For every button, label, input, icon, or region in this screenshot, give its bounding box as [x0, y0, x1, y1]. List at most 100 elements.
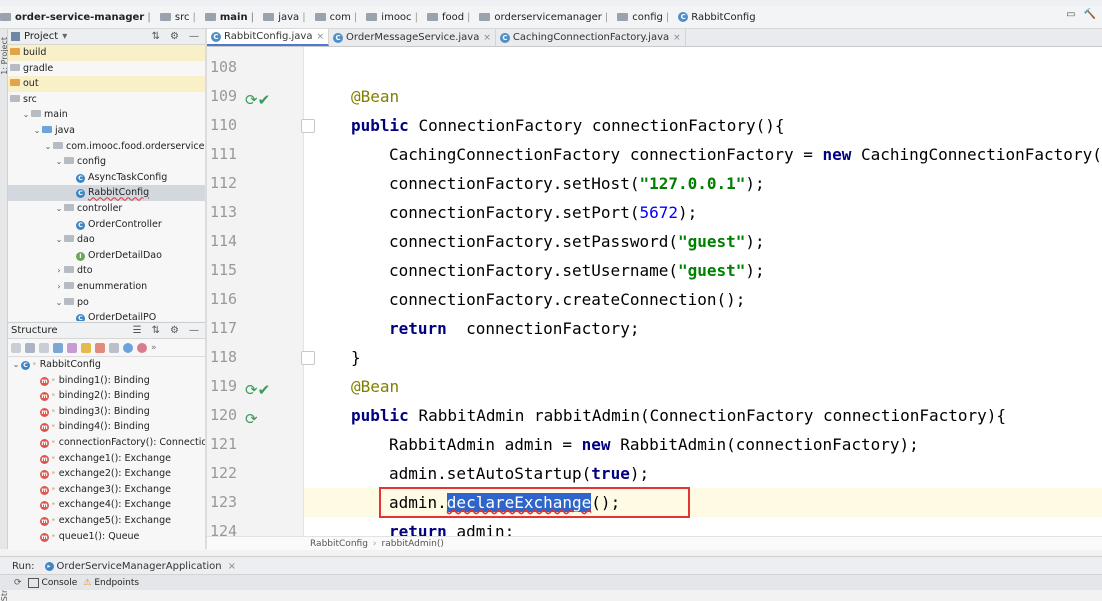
- endpoints-tab[interactable]: ⚠ Endpoints: [83, 578, 139, 588]
- project-tree-item[interactable]: C AsyncTaskConfig: [8, 170, 205, 186]
- project-tree-item[interactable]: gradle: [8, 61, 205, 77]
- project-tree-item[interactable]: ⌄ controller: [8, 201, 205, 217]
- breadcrumb-item[interactable]: java |: [263, 12, 310, 23]
- breadcrumb-item[interactable]: orderservicemanager |: [479, 12, 613, 23]
- show-fields-icon[interactable]: [67, 342, 77, 353]
- structure-member[interactable]: m ᵃ exchange3(): Exchange: [8, 482, 205, 498]
- code-line[interactable]: 120 public RabbitAdmin rabbitAdmin(Connec…: [207, 401, 1102, 430]
- run-tab[interactable]: ▸ OrderServiceManagerApplication ×: [44, 561, 236, 572]
- breadcrumb-item[interactable]: imooc |: [366, 12, 423, 23]
- editor-tab[interactable]: C CachingConnectionFactory.java ×: [496, 29, 686, 46]
- expand-arrow-icon[interactable]: ⌄: [43, 139, 53, 155]
- close-icon[interactable]: ×: [673, 33, 681, 43]
- expand-arrow-icon[interactable]: ⌄: [11, 357, 21, 373]
- code-line[interactable]: 119 @Bean ⟳✔: [207, 372, 1102, 401]
- code-line[interactable]: 109 @Bean ⟳✔: [207, 82, 1102, 111]
- code-line[interactable]: 121 RabbitAdmin admin = new RabbitAdmin(c…: [207, 430, 1102, 459]
- code-line[interactable]: 122 admin.setAutoStartup(true);: [207, 459, 1102, 488]
- code-line[interactable]: 118}: [207, 343, 1102, 372]
- fold-marker-icon[interactable]: [301, 119, 315, 133]
- gear-icon[interactable]: ⚙: [170, 31, 179, 42]
- project-tree-item[interactable]: ⌄ com.imooc.food.orderservicemana: [8, 139, 205, 155]
- editor-breadcrumb-item[interactable]: RabbitConfig: [310, 539, 368, 549]
- expand-arrow-icon[interactable]: ⌄: [21, 107, 31, 123]
- project-tree-item[interactable]: › dto: [8, 263, 205, 279]
- breadcrumb-item[interactable]: com |: [314, 12, 363, 23]
- project-tree-item[interactable]: src: [8, 92, 205, 108]
- project-tree-item[interactable]: › enummeration: [8, 279, 205, 295]
- gear-icon[interactable]: ⚙: [170, 325, 179, 336]
- code-line[interactable]: 115 connectionFactory.setUsername("guest"…: [207, 256, 1102, 285]
- project-tree-item[interactable]: C OrderDetailPO: [8, 310, 205, 321]
- minimize-icon[interactable]: —: [189, 325, 199, 336]
- code-line[interactable]: 112 connectionFactory.setHost("127.0.0.1"…: [207, 169, 1102, 198]
- project-tree-item[interactable]: I OrderDetailDao: [8, 248, 205, 264]
- minimize-icon[interactable]: —: [189, 31, 199, 42]
- expand-arrow-icon[interactable]: ⌄: [54, 295, 64, 311]
- structure-member[interactable]: m ᵃ exchange1(): Exchange: [8, 451, 205, 467]
- console-tab[interactable]: Console: [27, 577, 77, 588]
- fold-marker-icon[interactable]: [301, 351, 315, 365]
- dropdown-icon[interactable]: ▾: [62, 31, 67, 42]
- editor-tab[interactable]: C OrderMessageService.java ×: [329, 29, 496, 46]
- project-tree-item[interactable]: C RabbitConfig: [8, 185, 205, 201]
- close-icon[interactable]: ×: [316, 32, 324, 42]
- structure-member[interactable]: m ᵃ connectionFactory(): ConnectionF: [8, 435, 205, 451]
- code-line[interactable]: 116 connectionFactory.createConnection();: [207, 285, 1102, 314]
- expand-all-icon[interactable]: ☰: [133, 325, 142, 336]
- breadcrumb-item[interactable]: order-service-manager |: [0, 12, 156, 23]
- structure-member[interactable]: m ᵃ queue1(): Queue: [8, 529, 205, 545]
- hammer-icon[interactable]: 🔨: [1084, 9, 1096, 20]
- structure-member[interactable]: m ᵃ exchange2(): Exchange: [8, 466, 205, 482]
- close-icon[interactable]: ×: [228, 561, 236, 572]
- editor-tab[interactable]: C RabbitConfig.java ×: [207, 29, 330, 46]
- project-tree-item[interactable]: ⌄ main: [8, 107, 205, 123]
- structure-member[interactable]: m ᵃ binding2(): Binding: [8, 388, 205, 404]
- lambda-icon[interactable]: [137, 342, 147, 353]
- code-editor[interactable]: 108 109 @Bean ⟳✔ 110 public ConnectionFactory…: [207, 47, 1102, 536]
- expand-arrow-icon[interactable]: ⌄: [54, 154, 64, 170]
- code-line[interactable]: 111 CachingConnectionFactory connectionFa…: [207, 140, 1102, 169]
- code-line[interactable]: 114 connectionFactory.setPassword("guest"…: [207, 227, 1102, 256]
- breadcrumb-item[interactable]: config |: [617, 12, 674, 23]
- expand-arrow-icon[interactable]: ›: [54, 279, 64, 295]
- show-inherited-icon[interactable]: [39, 342, 49, 353]
- structure-member[interactable]: m ᵃ binding1(): Binding: [8, 373, 205, 389]
- code-line[interactable]: 110 public ConnectionFactory connectionFa…: [207, 111, 1102, 140]
- show-fields2-icon[interactable]: [81, 342, 91, 353]
- code-line[interactable]: 117 return connectionFactory;: [207, 314, 1102, 343]
- project-tree-item[interactable]: ⌄ po: [8, 295, 205, 311]
- project-tree-item[interactable]: ⌄ dao: [8, 232, 205, 248]
- sort-alpha-icon[interactable]: [11, 342, 21, 353]
- project-tree-item[interactable]: ⌄ java: [8, 123, 205, 139]
- breadcrumb-item[interactable]: C RabbitConfig: [678, 12, 756, 23]
- code-line[interactable]: 108: [207, 53, 1102, 82]
- filter-icon[interactable]: [109, 342, 119, 353]
- project-tree-item[interactable]: build: [8, 45, 205, 61]
- expand-arrow-icon[interactable]: ⌄: [32, 123, 42, 139]
- breadcrumb-item[interactable]: main |: [204, 12, 259, 23]
- structure-root[interactable]: ⌄ Cᵃ RabbitConfig: [8, 357, 205, 373]
- circle-icon[interactable]: [123, 342, 133, 353]
- editor-breadcrumb-item[interactable]: rabbitAdmin(): [382, 539, 444, 549]
- close-icon[interactable]: ×: [483, 33, 491, 43]
- collapse-icon[interactable]: ⇅: [152, 325, 160, 336]
- sort-visibility-icon[interactable]: [25, 342, 35, 353]
- structure-member[interactable]: m ᵃ exchange5(): Exchange: [8, 513, 205, 529]
- structure-member[interactable]: m ᵃ binding4(): Binding: [8, 419, 205, 435]
- structure-member[interactable]: m ᵃ exchange4(): Exchange: [8, 497, 205, 513]
- expand-arrow-icon[interactable]: ⌄: [54, 232, 64, 248]
- rerun-icon[interactable]: ⟳: [14, 578, 22, 588]
- project-tree-item[interactable]: C OrderController: [8, 217, 205, 233]
- window-icon[interactable]: ▭: [1066, 9, 1075, 20]
- collapse-icon[interactable]: ⇅: [152, 31, 160, 42]
- breadcrumb-item[interactable]: food |: [426, 12, 475, 23]
- more-icon[interactable]: »: [151, 343, 157, 353]
- show-nonpublic-icon[interactable]: [95, 342, 105, 353]
- project-tree-item[interactable]: out: [8, 76, 205, 92]
- code-line[interactable]: 113 connectionFactory.setPort(5672);: [207, 198, 1102, 227]
- code-line[interactable]: 124 return admin;: [207, 517, 1102, 536]
- expand-arrow-icon[interactable]: ⌄: [54, 201, 64, 217]
- expand-arrow-icon[interactable]: ›: [54, 263, 64, 279]
- structure-member[interactable]: m ᵃ binding3(): Binding: [8, 404, 205, 420]
